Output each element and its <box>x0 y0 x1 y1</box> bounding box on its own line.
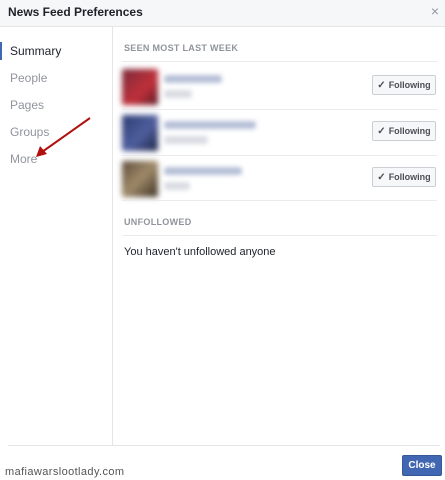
footer-divider <box>8 445 440 446</box>
list-item: ✓ Following <box>120 65 438 109</box>
divider <box>122 200 437 201</box>
following-label: Following <box>388 126 431 136</box>
list-item: ✓ Following <box>120 157 438 201</box>
sidebar-item-summary[interactable]: Summary <box>0 40 111 62</box>
sidebar-item-label: People <box>10 71 48 85</box>
avatar <box>122 69 158 105</box>
avatar <box>122 161 158 197</box>
divider <box>122 109 437 110</box>
sidebar: Summary People Pages Groups More <box>0 27 113 445</box>
following-label: Following <box>388 80 431 90</box>
close-button[interactable]: Close <box>402 455 442 476</box>
blurred-name <box>164 75 222 83</box>
blurred-name <box>164 167 242 175</box>
sidebar-item-label: Summary <box>10 44 62 58</box>
check-icon: ✓ <box>377 171 386 183</box>
annotation-arrow-icon <box>36 117 91 157</box>
divider <box>122 235 437 236</box>
close-icon[interactable]: × <box>431 3 439 19</box>
avatar <box>122 115 158 151</box>
section-heading-unfollowed: UNFOLLOWED <box>124 217 192 227</box>
check-icon: ✓ <box>377 79 386 91</box>
sidebar-item-pages[interactable]: Pages <box>0 94 111 116</box>
news-feed-preferences-dialog: News Feed Preferences × Summary People P… <box>0 0 445 480</box>
sidebar-item-people[interactable]: People <box>0 67 111 89</box>
blurred-subtitle <box>164 136 208 144</box>
following-button[interactable]: ✓ Following <box>372 75 436 95</box>
list-item: ✓ Following <box>120 111 438 155</box>
following-label: Following <box>388 172 431 182</box>
empty-state-text: You haven't unfollowed anyone <box>124 246 276 258</box>
sidebar-item-label: Pages <box>10 98 45 112</box>
blurred-subtitle <box>164 182 190 190</box>
blurred-subtitle <box>164 90 192 98</box>
section-heading-seen: SEEN MOST LAST WEEK <box>124 43 239 53</box>
dialog-title: News Feed Preferences <box>8 5 143 19</box>
following-button[interactable]: ✓ Following <box>372 167 436 187</box>
watermark: mafiawarslootlady.com <box>5 466 125 478</box>
divider <box>122 61 437 62</box>
dialog-titlebar: News Feed Preferences × <box>0 0 445 27</box>
following-button[interactable]: ✓ Following <box>372 121 436 141</box>
check-icon: ✓ <box>377 125 386 137</box>
divider <box>122 155 437 156</box>
blurred-name <box>164 121 256 129</box>
main-panel: SEEN MOST LAST WEEK ✓ Following ✓ Follow… <box>113 27 445 445</box>
